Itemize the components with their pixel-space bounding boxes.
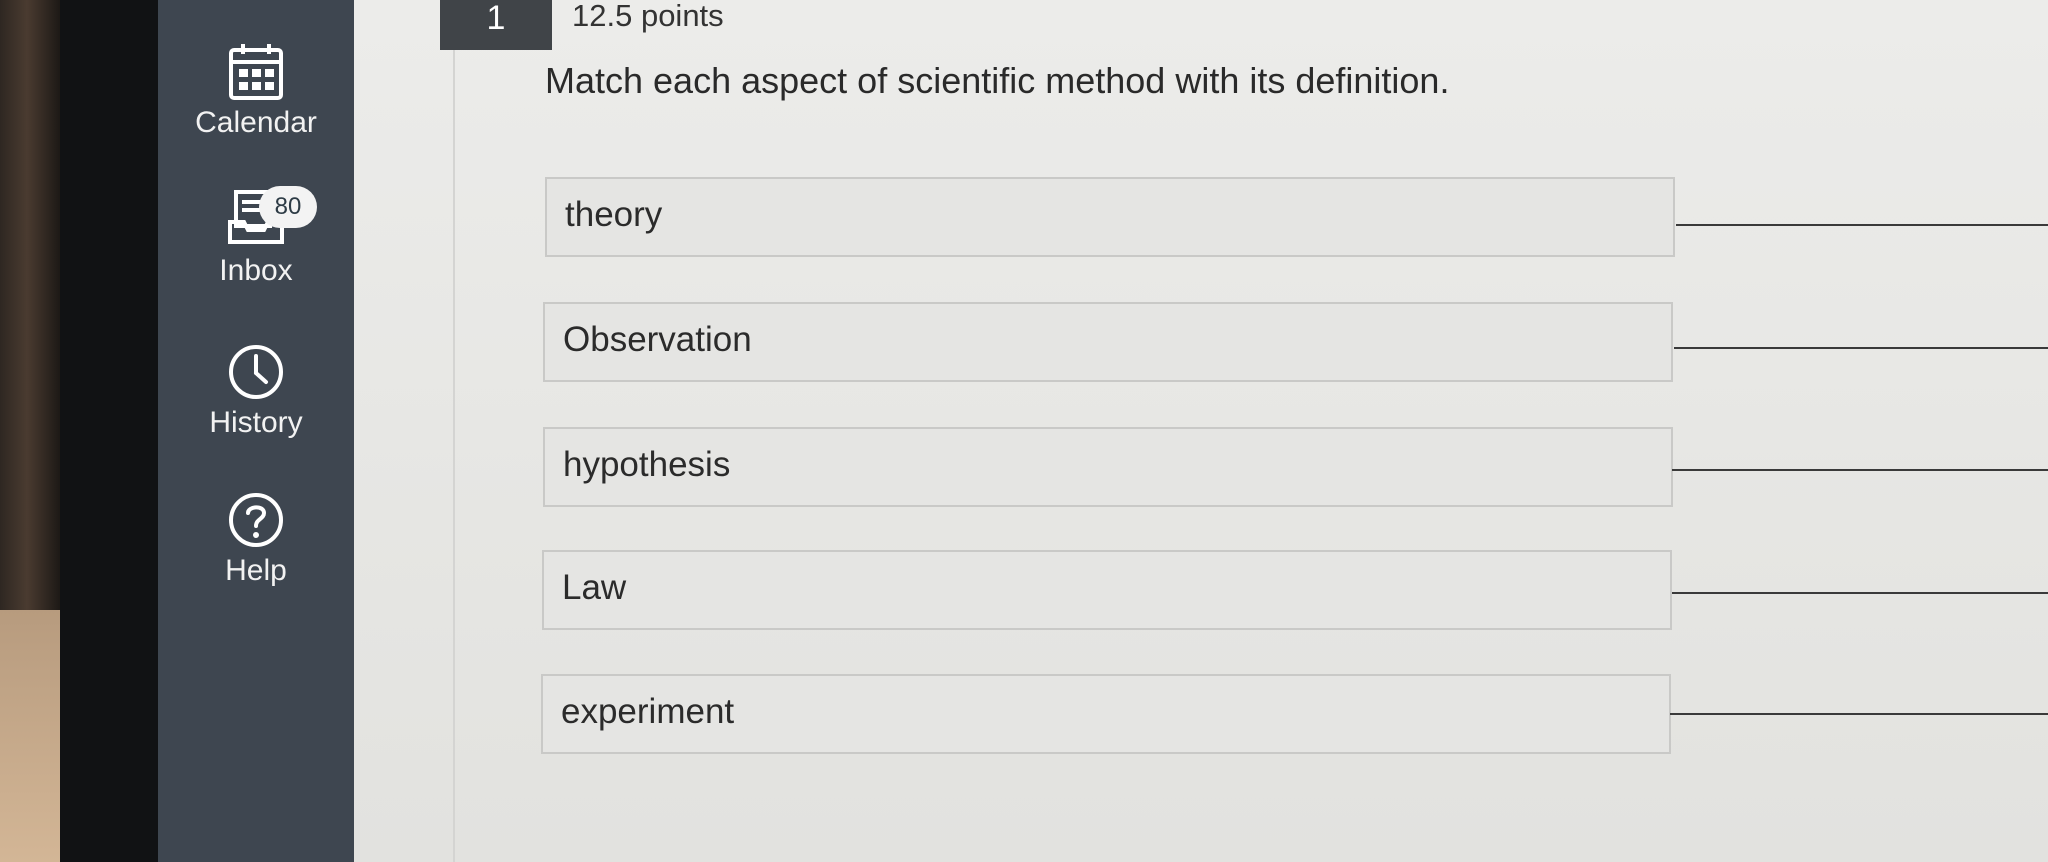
match-term: Law [542,550,1672,630]
match-term: experiment [541,674,1671,754]
calendar-icon [229,44,283,100]
answer-select[interactable] [1672,592,2048,594]
nav-label-history: History [209,406,303,439]
answer-select[interactable] [1672,469,2048,471]
answer-select[interactable] [1670,713,2048,715]
screen-bezel [60,0,160,862]
answer-select[interactable] [1674,347,2048,349]
question-prompt: Match each aspect of scientific method w… [545,60,1450,101]
clock-icon [229,345,283,399]
answer-select[interactable] [1676,224,2048,226]
question-points: 12.5 points [572,0,724,33]
nav-label-inbox: Inbox [219,254,293,287]
match-term: theory [545,177,1675,257]
match-term: hypothesis [543,427,1673,507]
nav-item-inbox[interactable]: 80 Inbox [158,186,354,288]
nav-item-help[interactable]: Help [158,490,354,588]
content-divider [453,0,455,862]
nav-label-help: Help [225,554,287,587]
question-number: 1 [440,0,552,50]
global-nav-sidebar: Calendar 80 Inbox History Help [158,0,354,862]
nav-item-history[interactable]: History [158,342,354,440]
inbox-unread-badge: 80 [259,186,317,228]
match-term: Observation [543,302,1673,382]
nav-label-calendar: Calendar [195,106,317,139]
question-icon [229,493,283,547]
nav-item-calendar[interactable]: Calendar [158,42,354,140]
